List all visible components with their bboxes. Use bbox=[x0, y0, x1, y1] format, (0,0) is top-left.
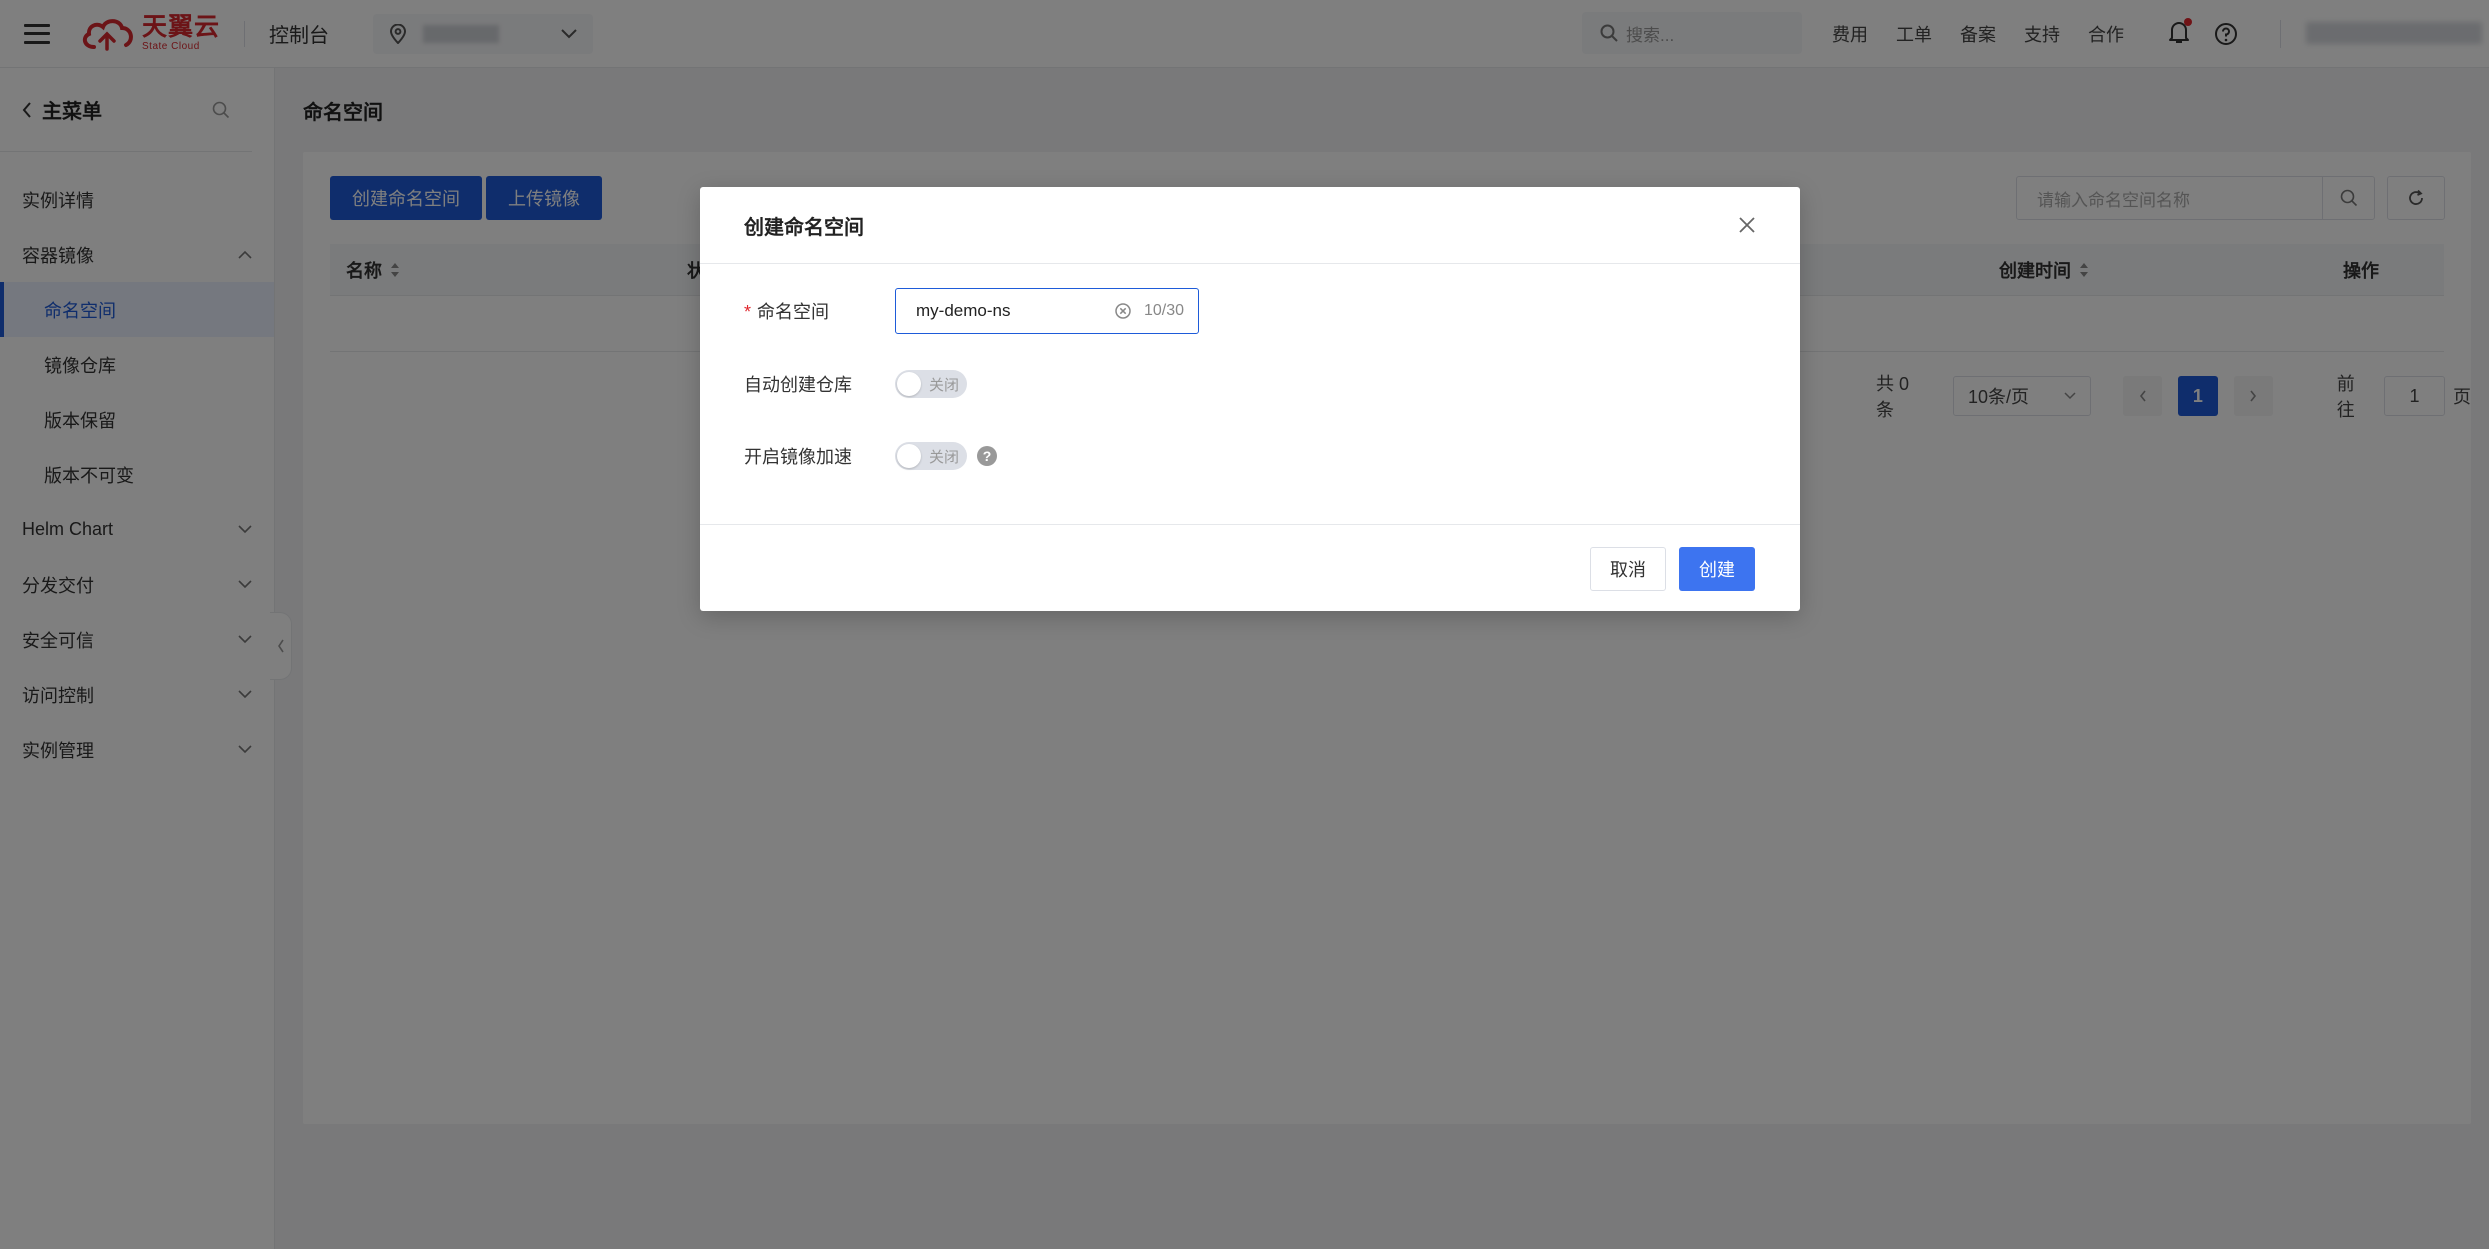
accel-toggle[interactable]: 关闭 bbox=[895, 442, 967, 470]
namespace-input-value: my-demo-ns bbox=[916, 301, 1011, 320]
help-question-icon[interactable]: ? bbox=[977, 446, 997, 466]
create-button[interactable]: 创建 bbox=[1679, 547, 1755, 591]
namespace-char-count: 10/30 bbox=[1143, 302, 1184, 319]
auto-repo-toggle[interactable]: 关闭 bbox=[895, 370, 967, 398]
create-namespace-dialog: 创建命名空间 * 命名空间 my-demo-ns 10/30 自动创建仓库 关闭 … bbox=[700, 187, 1800, 611]
accel-form-row: 开启镜像加速 关闭 ? bbox=[744, 442, 997, 470]
dialog-title: 创建命名空间 bbox=[744, 216, 864, 239]
accel-label: 开启镜像加速 bbox=[744, 447, 852, 467]
dialog-footer: 取消 创建 bbox=[700, 524, 1800, 611]
dialog-header: 创建命名空间 bbox=[700, 187, 1800, 264]
namespace-input[interactable]: my-demo-ns 10/30 bbox=[895, 288, 1199, 334]
cancel-button[interactable]: 取消 bbox=[1590, 547, 1666, 591]
namespace-form-row: * 命名空间 my-demo-ns 10/30 bbox=[744, 288, 1199, 334]
close-icon[interactable] bbox=[1738, 216, 1756, 234]
required-asterisk: * bbox=[744, 302, 752, 322]
auto-repo-label: 自动创建仓库 bbox=[744, 375, 852, 395]
clear-circle-icon[interactable] bbox=[1114, 302, 1132, 320]
auto-repo-form-row: 自动创建仓库 关闭 bbox=[744, 370, 967, 398]
namespace-label: * 命名空间 bbox=[744, 302, 830, 322]
